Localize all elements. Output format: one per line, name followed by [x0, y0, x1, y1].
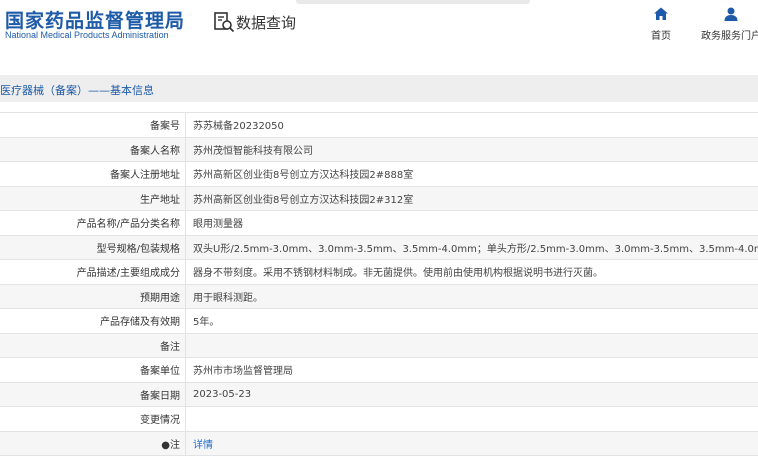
top-scroll-tab — [296, 0, 530, 4]
table-row: 产品描述/主要组成成分 器身不带刻度。采用不锈钢材料制成。非无菌提供。使用前由使… — [0, 259, 758, 285]
field-value: 器身不带刻度。采用不锈钢材料制成。非无菌提供。使用前由使用机构根据说明书进行灭菌… — [185, 259, 758, 285]
field-label: 变更情况 — [0, 406, 186, 432]
field-value — [185, 406, 758, 432]
field-value: 用于眼科测距。 — [185, 284, 758, 309]
basic-info-table: 备案号 苏苏械备20232050 备案人名称 苏州茂恒智能科技有限公司 备案人注… — [0, 112, 758, 456]
field-label: 预期用途 — [0, 284, 186, 309]
field-value: 2023-05-23 — [185, 382, 758, 407]
home-icon — [654, 7, 668, 20]
site-header: 国家药品监督管理局 National Medical Products Admi… — [0, 0, 758, 62]
field-label: 产品名称/产品分类名称 — [0, 210, 186, 236]
field-value: 苏州高新区创业街8号创立方汉达科技园2#888室 — [185, 161, 758, 187]
detail-link[interactable]: 详情 — [193, 440, 213, 451]
table-row: 备案人名称 苏州茂恒智能科技有限公司 — [0, 137, 758, 162]
field-label: 备案单位 — [0, 357, 186, 383]
user-icon — [724, 7, 738, 21]
field-value: 眼用测量器 — [185, 210, 758, 236]
field-value: 5年。 — [185, 308, 758, 334]
field-label: 型号规格/包装规格 — [0, 235, 186, 260]
table-row: 产品名称/产品分类名称 眼用测量器 — [0, 210, 758, 236]
section-header-bar: 医疗器械（备案）——基本信息 — [0, 75, 758, 102]
data-query-icon — [214, 12, 235, 33]
field-label: 生产地址 — [0, 186, 186, 211]
field-value: 苏苏械备20232050 — [185, 112, 758, 138]
field-value: 双头U形/2.5mm-3.0mm、3.0mm-3.5mm、3.5mm-4.0mm… — [185, 235, 758, 260]
field-label: 产品描述/主要组成成分 — [0, 259, 186, 285]
field-label: 备注 — [0, 333, 186, 358]
table-row: 预期用途 用于眼科测距。 — [0, 284, 758, 309]
logo-title-en[interactable]: National Medical Products Administration — [5, 30, 169, 40]
field-value-cell: 详情 — [185, 431, 758, 456]
field-label: 备案人名称 — [0, 137, 186, 162]
nav-gov-service-label: 政务服务门户 — [701, 31, 758, 42]
table-row: 型号规格/包装规格 双头U形/2.5mm-3.0mm、3.0mm-3.5mm、3… — [0, 235, 758, 260]
table-row: 备案日期 2023-05-23 — [0, 382, 758, 407]
field-label: 备案人注册地址 — [0, 161, 186, 187]
field-label: 备案日期 — [0, 382, 186, 407]
table-row: ●注 详情 — [0, 431, 758, 456]
data-query-title: 数据查询 — [236, 14, 297, 32]
field-value: 苏州茂恒智能科技有限公司 — [185, 137, 758, 162]
table-row: 变更情况 — [0, 406, 758, 432]
field-label: ●注 — [0, 431, 186, 456]
nav-home-label: 首页 — [651, 31, 671, 42]
nav-gov-service-portal[interactable]: 政务服务门户 — [698, 6, 758, 42]
table-row: 备案号 苏苏械备20232050 — [0, 112, 758, 138]
field-label: 备案号 — [0, 112, 186, 138]
table-row: 备案人注册地址 苏州高新区创业街8号创立方汉达科技园2#888室 — [0, 161, 758, 187]
field-value: 苏州高新区创业街8号创立方汉达科技园2#312室 — [185, 186, 758, 211]
field-value — [185, 333, 758, 358]
field-value: 苏州市市场监督管理局 — [185, 357, 758, 383]
table-row: 产品存储及有效期 5年。 — [0, 308, 758, 334]
table-row: 备注 — [0, 333, 758, 358]
field-label: 产品存储及有效期 — [0, 308, 186, 334]
table-row: 生产地址 苏州高新区创业街8号创立方汉达科技园2#312室 — [0, 186, 758, 211]
logo-title-cn[interactable]: 国家药品监督管理局 — [5, 6, 185, 33]
section-title: 医疗器械（备案）——基本信息 — [0, 84, 154, 97]
table-row: 备案单位 苏州市市场监督管理局 — [0, 357, 758, 383]
nav-home[interactable]: 首页 — [645, 6, 677, 42]
